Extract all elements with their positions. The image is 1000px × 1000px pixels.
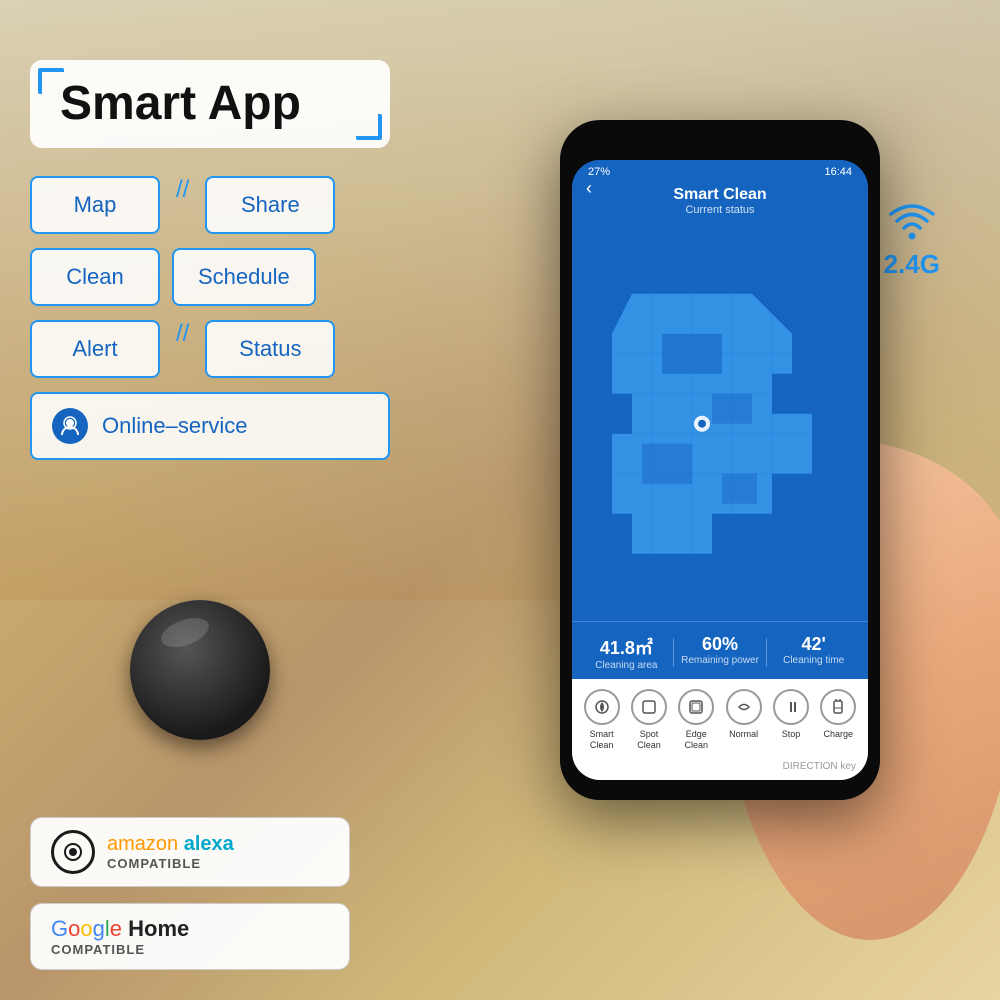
g-red: o: [68, 916, 80, 941]
spot-clean-label: SpotClean: [637, 729, 661, 751]
alert-button[interactable]: Alert: [30, 320, 160, 378]
phone-screen: 27% 16:44 ‹ Smart Clean Current status: [572, 160, 868, 780]
status-button[interactable]: Status: [205, 320, 335, 378]
slash-divider-1: //: [176, 176, 189, 234]
cleaning-time-value: 42': [767, 634, 860, 655]
robot-body: [130, 600, 270, 740]
feature-row-2: Clean Schedule: [30, 248, 460, 306]
cleaning-area-value: 41.8㎡: [580, 634, 673, 660]
phone-app-header: ‹ Smart Clean Current status: [572, 180, 868, 226]
google-compatible-text: COMPATIBLE: [51, 942, 189, 957]
alexa-ring-icon: [51, 830, 95, 874]
phone-device: 27% 16:44 ‹ Smart Clean Current status: [560, 120, 880, 800]
smart-clean-icon: [584, 689, 620, 725]
robot-vacuum: [130, 600, 290, 760]
map-svg: [572, 226, 868, 621]
edge-clean-icon: [678, 689, 714, 725]
alexa-compatible-text: COMPATIBLE: [107, 856, 234, 871]
g-blue2: g: [93, 916, 105, 941]
g-blue: G: [51, 916, 68, 941]
main-content: Smart App Map // Share Clean Schedule Al…: [0, 0, 1000, 1000]
robot-shine: [157, 612, 213, 653]
alexa-badge: amazon alexa COMPATIBLE: [30, 817, 350, 887]
phone-notch: [680, 134, 760, 156]
back-button[interactable]: ‹: [586, 178, 592, 199]
online-service-label: Online–service: [102, 413, 248, 439]
stop-control[interactable]: Stop: [773, 689, 809, 751]
edge-clean-label: EdgeClean: [685, 729, 709, 751]
features-grid: Map // Share Clean Schedule Alert // Sta…: [30, 176, 460, 460]
feature-row-4: Online–service: [30, 392, 460, 460]
online-service-button[interactable]: Online–service: [30, 392, 390, 460]
remaining-power-value: 60%: [674, 634, 767, 655]
google-home-brand: Google Home: [51, 916, 189, 942]
charge-icon: [820, 689, 856, 725]
remaining-power-stat: 60% Remaining power: [674, 634, 767, 671]
slash-divider-2: //: [176, 320, 189, 378]
stop-label: Stop: [782, 729, 801, 740]
spot-clean-icon: [631, 689, 667, 725]
home-text: Home: [122, 916, 189, 941]
smart-app-title-box: Smart App: [30, 60, 390, 148]
left-panel: Smart App Map // Share Clean Schedule Al…: [30, 60, 460, 488]
cleaning-area-stat: 41.8㎡ Cleaning area: [580, 634, 673, 671]
amazon-alexa-text: amazon alexa: [107, 833, 234, 856]
normal-label: Normal: [729, 729, 758, 740]
charge-label: Charge: [824, 729, 854, 740]
alexa-product: alexa: [184, 833, 234, 855]
smart-clean-label: SmartClean: [590, 729, 614, 751]
phone-battery: 27%: [588, 166, 610, 178]
phone-subtitle: Current status: [588, 204, 852, 216]
phone-title: Smart Clean: [588, 186, 852, 204]
feature-row-3: Alert // Status: [30, 320, 460, 378]
phone-stats-bar: 41.8㎡ Cleaning area 60% Remaining power …: [572, 621, 868, 679]
clean-button[interactable]: Clean: [30, 248, 160, 306]
remaining-power-label: Remaining power: [674, 655, 767, 666]
amazon-brand: amazon: [107, 833, 184, 855]
edge-clean-control[interactable]: EdgeClean: [678, 689, 714, 751]
phone-wrapper: 27% 16:44 ‹ Smart Clean Current status: [520, 120, 1000, 940]
alexa-text-block: amazon alexa COMPATIBLE: [107, 833, 234, 871]
page-title: Smart App: [60, 80, 360, 128]
g-yellow: o: [80, 916, 92, 941]
normal-control[interactable]: Normal: [726, 689, 762, 751]
normal-icon: [726, 689, 762, 725]
service-icon: [52, 408, 88, 444]
spot-clean-control[interactable]: SpotClean: [631, 689, 667, 751]
share-button[interactable]: Share: [205, 176, 335, 234]
phone-controls: SmartClean SpotClean EdgeClean: [572, 679, 868, 757]
stop-icon: [773, 689, 809, 725]
cleaning-area-label: Cleaning area: [580, 660, 673, 671]
bottom-logos: amazon alexa COMPATIBLE Google Home COMP…: [30, 817, 350, 970]
phone-status-bar: 27% 16:44: [572, 160, 868, 180]
charge-control[interactable]: Charge: [820, 689, 856, 751]
cleaning-time-stat: 42' Cleaning time: [767, 634, 860, 671]
g-red2: e: [110, 916, 122, 941]
google-home-text-block: Google Home COMPATIBLE: [51, 916, 189, 957]
map-button[interactable]: Map: [30, 176, 160, 234]
feature-row-1: Map // Share: [30, 176, 460, 234]
smart-clean-control[interactable]: SmartClean: [584, 689, 620, 751]
phone-time: 16:44: [824, 166, 852, 178]
google-home-badge: Google Home COMPATIBLE: [30, 903, 350, 970]
phone-direction-key: DIRECTION key: [572, 757, 868, 780]
phone-map-area: [572, 226, 868, 621]
cleaning-time-label: Cleaning time: [767, 655, 860, 666]
schedule-button[interactable]: Schedule: [172, 248, 316, 306]
